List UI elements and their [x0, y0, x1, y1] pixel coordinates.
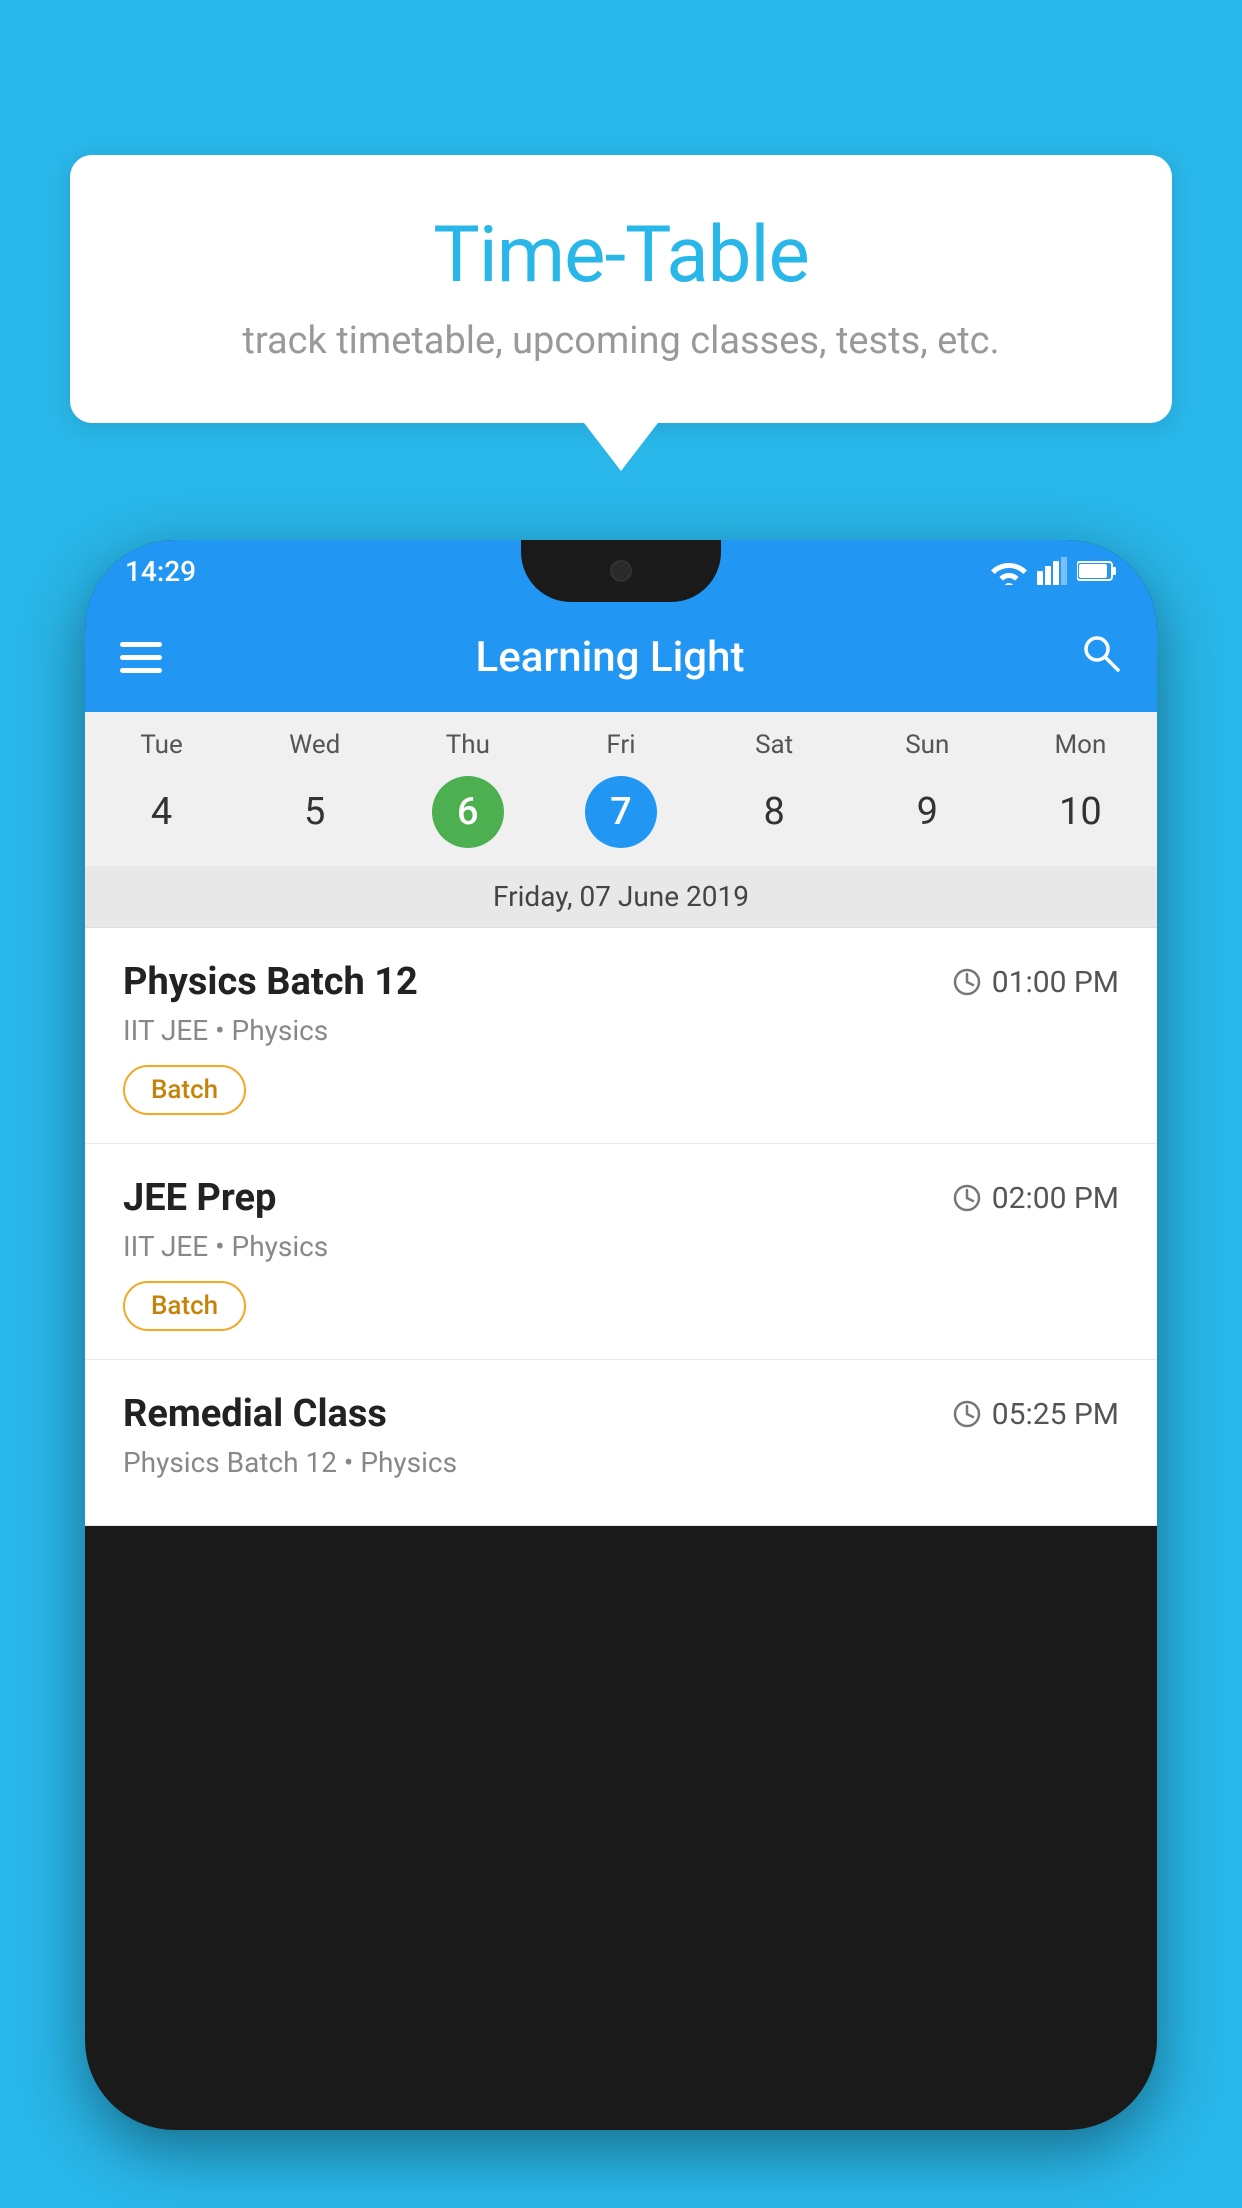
day-6[interactable]: 6 — [391, 776, 544, 848]
phone-container: 14:29 — [85, 540, 1157, 2208]
schedule-list: Physics Batch 12 01:00 PM IIT JEE • Phys… — [85, 928, 1157, 1526]
day-10[interactable]: 10 — [1004, 776, 1157, 848]
camera — [610, 560, 632, 582]
schedule-item-3-subtitle: Physics Batch 12 • Physics — [123, 1446, 1119, 1479]
schedule-item-3[interactable]: Remedial Class 05:25 PM Physics Batch 12… — [85, 1360, 1157, 1526]
screen-content: 14:29 — [85, 540, 1157, 2130]
clock-icon-1 — [952, 967, 982, 997]
day-numbers: 4 5 6 7 8 9 10 — [85, 768, 1157, 866]
schedule-item-1-badge: Batch — [123, 1065, 246, 1115]
schedule-item-1-subtitle: IIT JEE • Physics — [123, 1014, 1119, 1047]
day-header-sun: Sun — [851, 730, 1004, 760]
wifi-icon — [991, 557, 1027, 585]
calendar-section: Tue Wed Thu Fri Sat Sun Mon 4 5 6 7 — [85, 712, 1157, 928]
day-9[interactable]: 9 — [851, 776, 1004, 848]
speech-bubble-area: Time-Table track timetable, upcoming cla… — [70, 155, 1172, 423]
app-title: Learning Light — [192, 633, 1028, 682]
phone-frame: 14:29 — [85, 540, 1157, 2130]
speech-bubble: Time-Table track timetable, upcoming cla… — [70, 155, 1172, 423]
day-4[interactable]: 4 — [85, 776, 238, 848]
schedule-item-2-header: JEE Prep 02:00 PM — [123, 1176, 1119, 1220]
schedule-item-1[interactable]: Physics Batch 12 01:00 PM IIT JEE • Phys… — [85, 928, 1157, 1144]
schedule-item-3-title: Remedial Class — [123, 1392, 387, 1436]
day-6-circle[interactable]: 6 — [432, 776, 504, 848]
notch — [521, 540, 721, 602]
day-header-tue: Tue — [85, 730, 238, 760]
clock-icon-3 — [952, 1399, 982, 1429]
schedule-item-2-badge: Batch — [123, 1281, 246, 1331]
day-header-mon: Mon — [1004, 730, 1157, 760]
schedule-item-1-time: 01:00 PM — [952, 965, 1119, 1000]
app-bar: Learning Light — [85, 602, 1157, 712]
search-icon[interactable] — [1078, 630, 1122, 685]
status-time: 14:29 — [125, 555, 196, 588]
clock-icon-2 — [952, 1183, 982, 1213]
schedule-item-2-time: 02:00 PM — [952, 1181, 1119, 1216]
schedule-item-2[interactable]: JEE Prep 02:00 PM IIT JEE • Physics Batc… — [85, 1144, 1157, 1360]
schedule-item-2-title: JEE Prep — [123, 1176, 276, 1220]
signal-icon — [1037, 557, 1067, 585]
schedule-item-3-time: 05:25 PM — [952, 1397, 1119, 1432]
day-headers: Tue Wed Thu Fri Sat Sun Mon — [85, 712, 1157, 768]
bubble-title: Time-Table — [130, 210, 1112, 301]
schedule-item-3-header: Remedial Class 05:25 PM — [123, 1392, 1119, 1436]
day-header-sat: Sat — [698, 730, 851, 760]
day-7[interactable]: 7 — [544, 776, 697, 848]
day-7-circle[interactable]: 7 — [585, 776, 657, 848]
hamburger-menu-button[interactable] — [120, 642, 162, 673]
day-header-wed: Wed — [238, 730, 391, 760]
schedule-item-1-header: Physics Batch 12 01:00 PM — [123, 960, 1119, 1004]
day-header-thu: Thu — [391, 730, 544, 760]
day-5[interactable]: 5 — [238, 776, 391, 848]
bubble-subtitle: track timetable, upcoming classes, tests… — [130, 319, 1112, 363]
selected-date-label: Friday, 07 June 2019 — [85, 866, 1157, 928]
schedule-item-2-subtitle: IIT JEE • Physics — [123, 1230, 1119, 1263]
battery-icon — [1077, 560, 1117, 582]
day-header-fri: Fri — [544, 730, 697, 760]
day-8[interactable]: 8 — [698, 776, 851, 848]
status-icons — [991, 557, 1117, 585]
schedule-item-1-title: Physics Batch 12 — [123, 960, 418, 1004]
